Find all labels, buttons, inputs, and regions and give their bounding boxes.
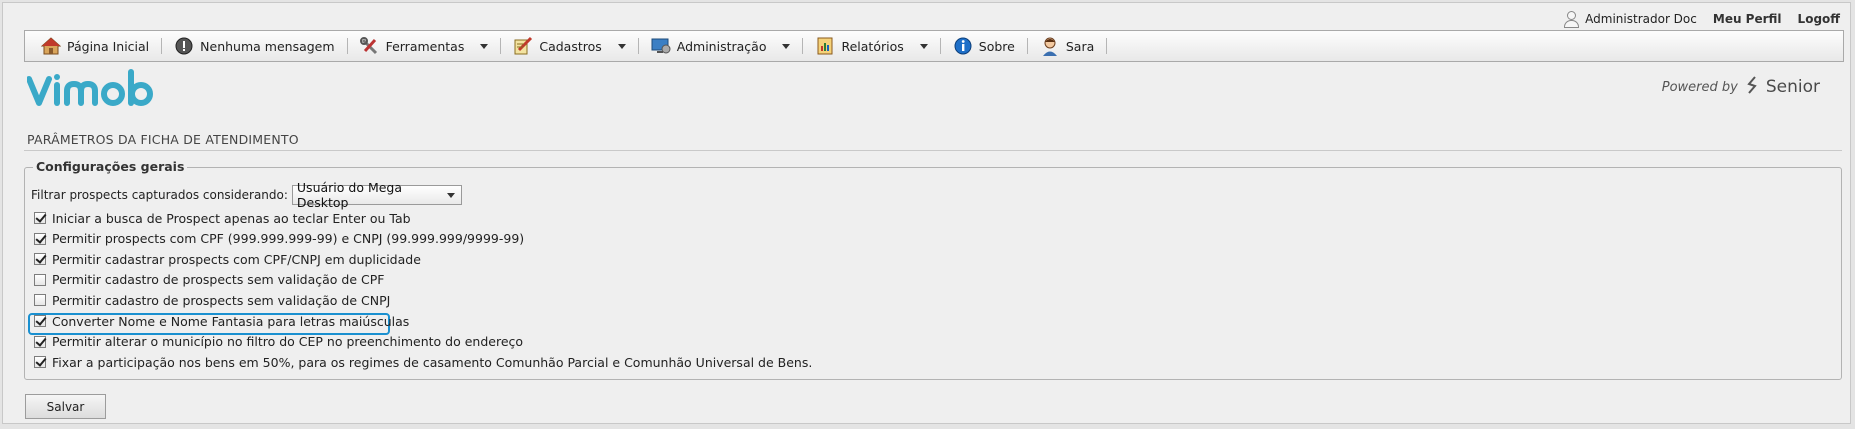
general-config-fieldset: Configurações gerais Filtrar prospects c…: [24, 159, 1842, 380]
menu-item-home[interactable]: Página Inicial: [41, 35, 161, 57]
option-row: Iniciar a busca de Prospect apenas ao te…: [34, 210, 411, 226]
vimob-logo: [26, 69, 157, 113]
info-alert-icon: [174, 36, 194, 56]
chevron-down-icon: [782, 43, 791, 49]
menu-label: Cadastros: [539, 38, 602, 54]
chevron-down-icon: [919, 43, 928, 49]
option-row: Fixar a participação nos bens em 50%, pa…: [34, 354, 812, 370]
menu-item-messages[interactable]: Nenhuma mensagem: [162, 35, 346, 57]
menu-label: Relatórios: [841, 38, 904, 54]
fieldset-legend: Configurações gerais: [33, 159, 188, 174]
menu-label: Sobre: [978, 38, 1015, 54]
menu-item-administracao[interactable]: Administração: [639, 35, 803, 57]
monitor-settings-icon: [651, 36, 671, 56]
app-frame: Administrador Doc Meu Perfil Logoff Pági…: [2, 2, 1851, 424]
option-checkbox[interactable]: [34, 335, 46, 348]
tools-icon: [359, 36, 380, 56]
user-bar: Administrador Doc Meu Perfil Logoff: [1563, 9, 1840, 29]
chevron-down-icon: [480, 43, 489, 49]
option-checkbox[interactable]: [34, 273, 46, 286]
powered-by: Powered by Senior: [1662, 75, 1820, 99]
option-label: Iniciar a busca de Prospect apenas ao te…: [52, 210, 411, 226]
option-label: Permitir cadastro de prospects sem valid…: [52, 272, 385, 288]
filter-select[interactable]: Usuário do Mega Desktop: [291, 180, 462, 210]
logoff-link[interactable]: Logoff: [1798, 12, 1840, 26]
chevron-down-icon: [446, 192, 455, 198]
save-button[interactable]: Salvar: [25, 394, 106, 419]
menu-label: Ferramentas: [385, 38, 465, 54]
option-label: Permitir prospects com CPF (999.999.999-…: [52, 231, 525, 247]
option-checkbox[interactable]: [34, 294, 46, 307]
option-label: Permitir alterar o município no filtro d…: [52, 334, 524, 350]
user-icon: [1563, 11, 1580, 28]
page-title: PARÂMETROS DA FICHA DE ATENDIMENTO: [27, 132, 299, 147]
option-row: Permitir cadastrar prospects com CPF/CNP…: [34, 251, 421, 267]
menu-item-tools[interactable]: Ferramentas: [348, 35, 501, 57]
option-row: Permitir prospects com CPF (999.999.999-…: [34, 231, 524, 247]
option-checkbox[interactable]: [34, 212, 46, 224]
reports-icon: [815, 36, 835, 56]
partner-name: Senior: [1765, 77, 1820, 97]
option-checkbox[interactable]: [34, 356, 46, 369]
edit-document-icon: [513, 36, 533, 56]
option-checkbox[interactable]: [34, 315, 46, 327]
powered-by-label: Powered by: [1661, 79, 1738, 95]
option-label: Permitir cadastro de prospects sem valid…: [52, 292, 391, 308]
option-label: Converter Nome e Nome Fantasia para letr…: [52, 313, 410, 329]
filter-row: Filtrar prospects capturados considerand…: [31, 180, 462, 210]
senior-logo-icon: [1746, 75, 1758, 99]
info-circle-icon: [953, 36, 973, 56]
title-divider: [24, 150, 1842, 151]
option-row: Converter Nome e Nome Fantasia para letr…: [34, 313, 409, 329]
filter-label: Filtrar prospects capturados considerand…: [31, 188, 288, 202]
profile-link[interactable]: Meu Perfil: [1713, 12, 1782, 26]
menu-item-cadastros[interactable]: Cadastros: [501, 35, 637, 57]
home-icon: [41, 36, 61, 56]
user-avatar-icon: [1040, 36, 1060, 56]
option-row: Permitir cadastro de prospects sem valid…: [34, 272, 384, 288]
option-row: Permitir alterar o município no filtro d…: [34, 334, 523, 350]
menu-separator: [1106, 38, 1108, 54]
user-name: Administrador Doc: [1585, 12, 1697, 26]
filter-select-value: Usuário do Mega Desktop: [296, 180, 403, 210]
menu-item-relatorios[interactable]: Relatórios: [803, 35, 939, 57]
menu-label: Sara: [1065, 38, 1095, 54]
option-row: Permitir cadastro de prospects sem valid…: [34, 292, 390, 308]
option-label: Permitir cadastrar prospects com CPF/CNP…: [52, 251, 421, 267]
option-checkbox[interactable]: [34, 253, 46, 266]
menu-label: Página Inicial: [67, 38, 150, 54]
option-label: Fixar a participação nos bens em 50%, pa…: [52, 354, 813, 370]
chevron-down-icon: [617, 43, 626, 49]
current-user: Administrador Doc: [1563, 11, 1697, 28]
main-menu: Página Inicial Nenhuma mensagem Ferramen…: [24, 30, 1844, 62]
menu-label: Administração: [676, 38, 767, 54]
menu-item-user-sara[interactable]: Sara: [1028, 35, 1106, 57]
option-checkbox[interactable]: [34, 232, 46, 245]
menu-label: Nenhuma mensagem: [200, 38, 335, 54]
menu-item-sobre[interactable]: Sobre: [941, 35, 1027, 57]
